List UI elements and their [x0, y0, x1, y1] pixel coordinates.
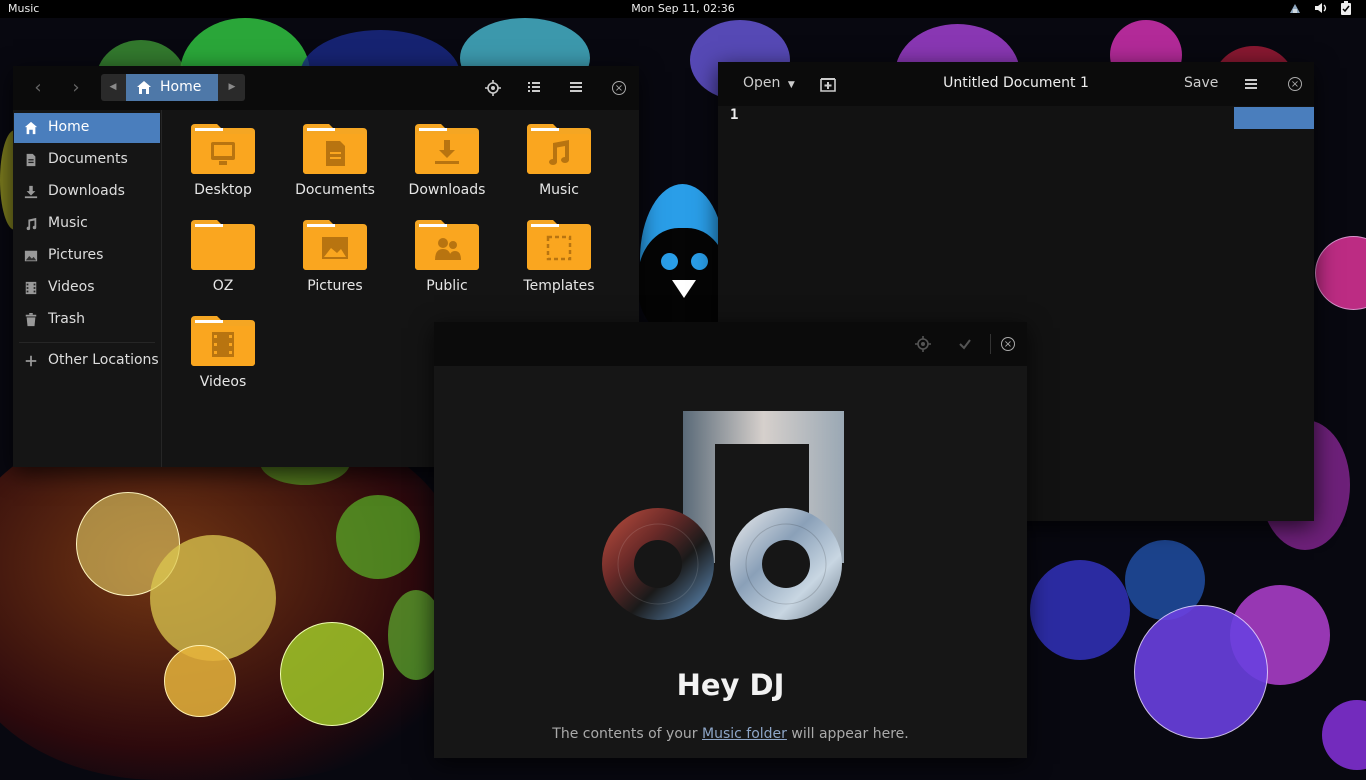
- files-header-bar: ‹ › ◀ Home ▶ ×: [13, 66, 639, 110]
- folder-label: Music: [539, 182, 579, 198]
- sidebar-item-other-locations[interactable]: Other Locations: [14, 346, 160, 376]
- back-button[interactable]: ‹: [27, 78, 49, 98]
- folder-label: Videos: [199, 374, 247, 390]
- message-text: will appear here.: [786, 726, 909, 742]
- sidebar-item-label: Trash: [48, 311, 85, 327]
- music-header-bar: ×: [434, 322, 1027, 366]
- music-folder-icon: [527, 124, 591, 174]
- save-button[interactable]: Save: [1184, 75, 1218, 91]
- home-icon: [24, 121, 38, 135]
- folder-label: Documents: [295, 182, 375, 198]
- sidebar-item-documents[interactable]: Documents: [14, 145, 160, 175]
- folder-label: Downloads: [408, 182, 486, 198]
- folder-downloads[interactable]: Downloads: [397, 124, 497, 214]
- system-tray[interactable]: [1288, 1, 1352, 15]
- location-icon[interactable]: [484, 79, 502, 97]
- folder-label: Public: [426, 278, 468, 294]
- picture-icon: [24, 250, 38, 262]
- select-check-icon[interactable]: [958, 336, 972, 355]
- minimap[interactable]: [1234, 107, 1314, 129]
- sidebar-item-label: Other Locations: [48, 352, 159, 368]
- hamburger-menu-icon[interactable]: [1243, 76, 1259, 96]
- sidebar-item-label: Documents: [48, 151, 128, 167]
- message-text: The contents of your: [552, 726, 702, 742]
- folder-label: Pictures: [307, 278, 363, 294]
- close-icon[interactable]: ×: [1001, 337, 1015, 351]
- folder-oz[interactable]: OZ: [173, 220, 273, 310]
- close-icon[interactable]: ×: [1288, 77, 1302, 91]
- path-home-label: Home: [160, 79, 202, 95]
- folder-label: Templates: [523, 278, 595, 294]
- download-folder-icon: [415, 124, 479, 174]
- list-view-icon[interactable]: [526, 79, 544, 97]
- music-icon: [26, 217, 37, 231]
- template-folder-icon: [527, 220, 591, 270]
- sidebar-item-music[interactable]: Music: [14, 209, 160, 239]
- sidebar-item-downloads[interactable]: Downloads: [14, 177, 160, 207]
- music-note-icon: [602, 411, 844, 620]
- folder-documents[interactable]: Documents: [285, 124, 385, 214]
- document-icon: [26, 153, 36, 167]
- folder-videos[interactable]: Videos: [173, 316, 273, 406]
- music-folder-link[interactable]: Music folder: [702, 726, 787, 742]
- folder-music[interactable]: Music: [509, 124, 609, 214]
- plus-icon: [25, 355, 37, 367]
- trash-icon: [25, 313, 37, 327]
- home-icon: [137, 81, 151, 94]
- video-folder-icon: [191, 316, 255, 366]
- places-sidebar: Home Documents Downloads Music Pictures …: [13, 110, 162, 467]
- path-bar: ◀ Home ▶: [101, 74, 245, 101]
- sidebar-item-label: Downloads: [48, 183, 125, 199]
- folder-label: OZ: [212, 278, 234, 294]
- hamburger-menu-icon[interactable]: [568, 79, 586, 97]
- close-icon[interactable]: ×: [612, 81, 626, 95]
- folder-public[interactable]: Public: [397, 220, 497, 310]
- forward-button[interactable]: ›: [65, 78, 87, 98]
- download-icon: [24, 185, 38, 199]
- battery-icon[interactable]: [1340, 1, 1352, 15]
- sidebar-item-label: Videos: [48, 279, 95, 295]
- sidebar-item-label: Home: [48, 119, 90, 135]
- network-icon[interactable]: [1288, 1, 1302, 15]
- location-icon[interactable]: [914, 335, 932, 357]
- folder-icon: [191, 220, 255, 270]
- top-bar: Music Mon Sep 11, 02:36: [0, 0, 1366, 18]
- music-window: × Hey DJ The contents of your Music fold…: [434, 322, 1027, 758]
- volume-icon[interactable]: [1314, 1, 1328, 15]
- path-scroll-right-button[interactable]: ▶: [220, 74, 244, 101]
- path-scroll-left-button[interactable]: ◀: [101, 74, 125, 101]
- path-home-button[interactable]: Home: [126, 74, 218, 101]
- document-folder-icon: [303, 124, 367, 174]
- document-title: Untitled Document 1: [943, 75, 1089, 91]
- sidebar-item-videos[interactable]: Videos: [14, 273, 160, 303]
- sidebar-item-label: Music: [48, 215, 88, 231]
- folder-pictures[interactable]: Pictures: [285, 220, 385, 310]
- folder-desktop[interactable]: Desktop: [173, 124, 273, 214]
- video-icon: [25, 281, 37, 295]
- editor-header-bar: Open ▼ Untitled Document 1 Save ×: [718, 62, 1314, 106]
- sidebar-item-pictures[interactable]: Pictures: [14, 241, 160, 271]
- sidebar-item-trash[interactable]: Trash: [14, 305, 160, 335]
- folder-label: Desktop: [194, 182, 252, 198]
- empty-state-heading: Hey DJ: [676, 668, 785, 702]
- folder-templates[interactable]: Templates: [509, 220, 609, 310]
- clock[interactable]: Mon Sep 11, 02:36: [0, 2, 1366, 15]
- people-folder-icon: [415, 220, 479, 270]
- sidebar-item-home[interactable]: Home: [14, 113, 160, 143]
- sidebar-item-label: Pictures: [48, 247, 104, 263]
- picture-folder-icon: [303, 220, 367, 270]
- header-separator: [990, 334, 991, 354]
- sidebar-separator: [19, 342, 155, 343]
- desktop-folder-icon: [191, 124, 255, 174]
- empty-state-message: The contents of your Music folder will a…: [434, 726, 1027, 742]
